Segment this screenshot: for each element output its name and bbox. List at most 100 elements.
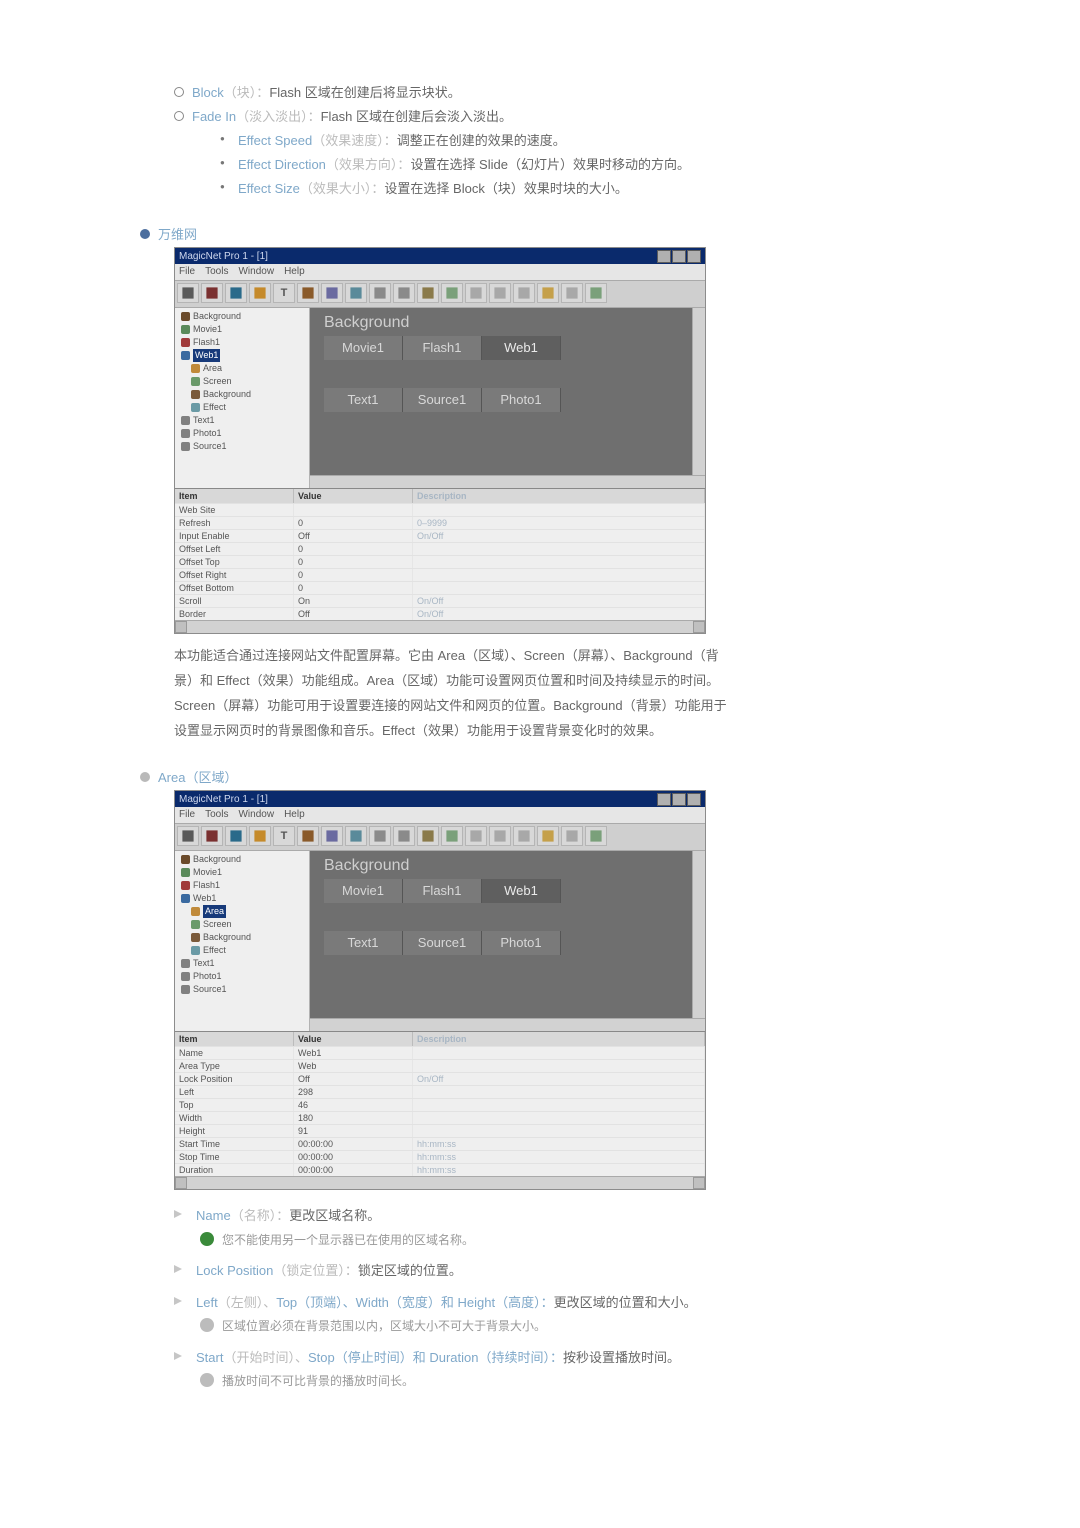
scrollbar-vertical[interactable] — [692, 851, 705, 1019]
undo-icon[interactable] — [537, 283, 559, 303]
prop-value[interactable]: 91 — [294, 1125, 413, 1137]
prop-value[interactable]: Web — [294, 1060, 413, 1072]
redo-icon[interactable] — [561, 283, 583, 303]
canvas-tile[interactable]: Photo1 — [482, 388, 561, 412]
property-row[interactable]: Offset Top0 — [175, 555, 705, 568]
property-row[interactable]: Height91 — [175, 1124, 705, 1137]
prop-value[interactable]: Off — [294, 1073, 413, 1085]
tree-node[interactable]: Background — [177, 388, 307, 401]
property-row[interactable]: BorderOffOn/Off — [175, 607, 705, 620]
menu-item[interactable]: Tools — [205, 264, 228, 280]
close-icon[interactable] — [687, 250, 701, 263]
property-row[interactable]: Start Time00:00:00hh:mm:ss — [175, 1137, 705, 1150]
clock-icon[interactable] — [441, 826, 463, 846]
movie-icon[interactable] — [297, 826, 319, 846]
menu-item[interactable]: Window — [238, 264, 274, 280]
back-icon[interactable] — [465, 826, 487, 846]
prop-value[interactable]: 0 — [294, 569, 413, 581]
tree-node[interactable]: Web1 — [177, 349, 307, 362]
canvas-tile[interactable]: Text1 — [324, 388, 403, 412]
back-icon[interactable] — [465, 283, 487, 303]
image-icon[interactable] — [345, 283, 367, 303]
layer2-icon[interactable] — [513, 826, 535, 846]
property-row[interactable]: NameWeb1 — [175, 1046, 705, 1059]
prop-value[interactable]: 298 — [294, 1086, 413, 1098]
canvas-tile[interactable]: Text1 — [324, 931, 403, 955]
globe-icon[interactable] — [225, 283, 247, 303]
canvas-tile[interactable]: Movie1 — [324, 879, 403, 903]
layer2-icon[interactable] — [513, 283, 535, 303]
toolbar[interactable]: T — [175, 280, 705, 308]
tree-node[interactable]: Background — [177, 931, 307, 944]
prop-value[interactable]: Web1 — [294, 1047, 413, 1059]
screen-icon[interactable] — [201, 283, 223, 303]
window-buttons[interactable] — [657, 250, 701, 263]
property-row[interactable]: Input EnableOffOn/Off — [175, 529, 705, 542]
property-row[interactable]: Offset Right0 — [175, 568, 705, 581]
layout-icon[interactable] — [249, 826, 271, 846]
prop-value[interactable]: On — [294, 595, 413, 607]
property-row[interactable]: Refresh00–9999 — [175, 516, 705, 529]
property-row[interactable]: ScrollOnOn/Off — [175, 594, 705, 607]
menubar[interactable]: FileToolsWindowHelp — [175, 264, 705, 280]
property-row[interactable]: Offset Left0 — [175, 542, 705, 555]
layer1-icon[interactable] — [489, 826, 511, 846]
prop-value[interactable]: 00:00:00 — [294, 1164, 413, 1176]
text-icon[interactable]: T — [273, 283, 295, 303]
layout-canvas[interactable]: BackgroundMovie1Flash1Web1Text1Source1Ph… — [310, 308, 705, 488]
new-icon[interactable] — [177, 283, 199, 303]
minimize-icon[interactable] — [657, 250, 671, 263]
redo-icon[interactable] — [561, 826, 583, 846]
property-row[interactable]: Left298 — [175, 1085, 705, 1098]
tree-node[interactable]: Text1 — [177, 414, 307, 427]
tree-node[interactable]: Movie1 — [177, 866, 307, 879]
prop-value[interactable]: 0 — [294, 517, 413, 529]
scrollbar-vertical[interactable] — [692, 308, 705, 476]
sound-icon[interactable] — [417, 283, 439, 303]
menu-item[interactable]: Tools — [205, 807, 228, 823]
prop-value[interactable]: 0 — [294, 556, 413, 568]
canvas-tile[interactable]: Source1 — [403, 931, 482, 955]
canvas-tile[interactable]: Flash1 — [403, 336, 482, 360]
property-row[interactable]: Web Site — [175, 503, 705, 516]
tree-node[interactable]: Text1 — [177, 957, 307, 970]
prop-value[interactable]: Off — [294, 530, 413, 542]
tree-node[interactable]: Background — [177, 853, 307, 866]
property-panel[interactable]: ItemValueDescriptionNameWeb1Area TypeWeb… — [175, 1031, 705, 1189]
menu-item[interactable]: Window — [238, 807, 274, 823]
prop-value[interactable]: 0 — [294, 543, 413, 555]
close-icon[interactable] — [687, 793, 701, 806]
new-icon[interactable] — [177, 826, 199, 846]
undo-icon[interactable] — [537, 826, 559, 846]
tree-panel[interactable]: BackgroundMovie1Flash1Web1AreaScreenBack… — [175, 851, 310, 1031]
tree-node[interactable]: Area — [177, 905, 307, 918]
property-row[interactable]: Width180 — [175, 1111, 705, 1124]
window-buttons[interactable] — [657, 793, 701, 806]
property-row[interactable]: Top46 — [175, 1098, 705, 1111]
menu-item[interactable]: File — [179, 264, 195, 280]
tree-node[interactable]: Source1 — [177, 440, 307, 453]
save-icon[interactable] — [321, 826, 343, 846]
movie-icon[interactable] — [297, 283, 319, 303]
tree-node[interactable]: Source1 — [177, 983, 307, 996]
layer1-icon[interactable] — [489, 283, 511, 303]
canvas-tile[interactable]: Source1 — [403, 388, 482, 412]
text-icon[interactable]: T — [273, 826, 295, 846]
canvas-tile[interactable]: Photo1 — [482, 931, 561, 955]
tree-node[interactable]: Flash1 — [177, 879, 307, 892]
clock-icon[interactable] — [441, 283, 463, 303]
scrollbar-horizontal[interactable] — [175, 620, 705, 633]
prop-value[interactable]: 00:00:00 — [294, 1138, 413, 1150]
prop-value[interactable]: 46 — [294, 1099, 413, 1111]
tree-node[interactable]: Movie1 — [177, 323, 307, 336]
layout-canvas[interactable]: BackgroundMovie1Flash1Web1Text1Source1Ph… — [310, 851, 705, 1031]
maximize-icon[interactable] — [672, 250, 686, 263]
canvas-tile[interactable]: Web1 — [482, 336, 561, 360]
menubar[interactable]: FileToolsWindowHelp — [175, 807, 705, 823]
canvas-tile[interactable]: Web1 — [482, 879, 561, 903]
property-row[interactable]: Offset Bottom0 — [175, 581, 705, 594]
align1-icon[interactable] — [369, 283, 391, 303]
property-row[interactable]: Lock PositionOffOn/Off — [175, 1072, 705, 1085]
tree-node[interactable]: Effect — [177, 401, 307, 414]
maximize-icon[interactable] — [672, 793, 686, 806]
